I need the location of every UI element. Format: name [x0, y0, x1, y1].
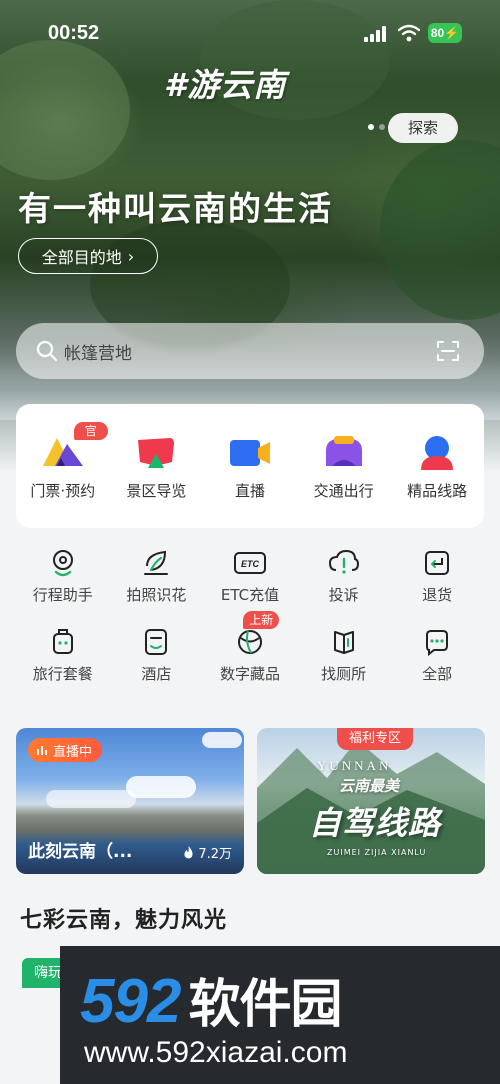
search-bar[interactable]: 帐篷营地 — [16, 323, 484, 379]
hotel-icon — [145, 629, 168, 655]
all-destinations-button[interactable]: 全部目的地 › — [18, 238, 158, 274]
nav-travel-package[interactable]: 旅行套餐 — [16, 627, 110, 684]
chevron-right-icon: › — [127, 246, 135, 266]
restroom-icon — [333, 631, 354, 654]
section-title: 七彩云南，魅力风光 — [20, 908, 228, 933]
promo-pinyin: ZUIMEI ZIJIA XIANLU — [327, 848, 427, 857]
hero-hashtag: #游云南 — [164, 66, 287, 104]
watermark-logo-number: 592 — [80, 967, 181, 1036]
nav-hotel[interactable]: 酒店 — [110, 627, 204, 684]
nav-routes-label: 精品线路 — [407, 482, 468, 500]
nav-hotel-label: 酒店 — [141, 665, 172, 683]
promo-card[interactable]: 福利专区 YUNNAN 云南最美 自驾线路 ZUIMEI ZIJIA XIANL… — [257, 728, 485, 874]
wifi-icon — [398, 24, 420, 42]
foliage — [380, 140, 500, 320]
welfare-tag: 福利专区 — [337, 728, 414, 750]
status-time: 00:52 — [48, 22, 100, 44]
signal-icon — [364, 26, 390, 42]
nav-itinerary[interactable]: 行程助手 — [16, 548, 110, 605]
new-badge: 上新 — [243, 611, 280, 629]
search-icon — [36, 340, 58, 362]
nav-scenic-guide-label: 景区导览 — [126, 482, 187, 500]
nav-flower-id-label: 拍照识花 — [126, 586, 187, 604]
live-views: 7.2万 — [183, 843, 232, 862]
watermark-logo-text: 软件园 — [188, 975, 342, 1035]
live-badge-label: 直播中 — [53, 744, 93, 760]
nav-flower-id[interactable]: 拍照识花 — [110, 548, 204, 605]
transport-icon — [325, 436, 362, 466]
live-camera-icon — [229, 440, 270, 466]
secondary-nav: 行程助手 拍照识花 ETC ETC充值 投诉 退货 旅行套餐 酒店 上新 数字藏… — [16, 548, 484, 684]
live-bars-icon — [37, 746, 47, 755]
all-icon — [426, 630, 449, 657]
carousel-dots — [368, 124, 385, 130]
watermark: 592 软件园 www.592xiazai.com — [60, 946, 500, 1084]
complaint-icon — [328, 549, 359, 574]
nav-all-label: 全部 — [422, 665, 453, 683]
nav-tickets[interactable]: 官方 门票·预约 — [18, 422, 108, 528]
nav-transport[interactable]: 交通出行 — [299, 434, 389, 528]
nav-live-label: 直播 — [234, 482, 265, 500]
nav-tickets-label: 门票·预约 — [30, 482, 96, 500]
live-views-count: 7.2万 — [198, 847, 232, 862]
nav-digital-collection-label: 数字藏品 — [219, 665, 280, 683]
flower-scan-icon — [144, 550, 169, 575]
nav-all[interactable]: 全部 — [390, 627, 484, 684]
nav-complaint-label: 投诉 — [328, 586, 359, 604]
nav-complaint[interactable]: 投诉 — [297, 548, 391, 605]
return-icon — [425, 551, 450, 575]
watermark-url: www.592xiazai.com — [84, 1036, 348, 1069]
nav-scenic-guide[interactable]: 景区导览 — [111, 434, 201, 528]
foliage — [0, 40, 130, 180]
primary-nav: 官方 门票·预约 景区导览 直播 交通出行 精品线路 — [16, 404, 484, 528]
map-guide-icon — [138, 438, 175, 468]
all-destinations-label: 全部目的地 — [41, 248, 122, 267]
hero-slogan: 有一种叫云南的生活 — [18, 189, 333, 228]
battery-level: 80 — [430, 26, 445, 40]
etc-icon: ETC — [233, 552, 266, 574]
nav-restroom-label: 找厕所 — [321, 665, 367, 683]
nav-etc-label: ETC充值 — [220, 586, 280, 604]
live-badge: 直播中 — [28, 738, 103, 762]
status-bar: 00:52 80⚡ — [0, 18, 500, 48]
search-input[interactable]: 帐篷营地 — [64, 339, 436, 364]
battery-icon: 80⚡ — [428, 23, 462, 43]
itinerary-icon — [52, 550, 73, 577]
digital-collection-icon — [237, 630, 262, 654]
route-icon — [421, 436, 454, 470]
live-title: 此刻云南（... — [28, 842, 133, 862]
watermark-logo: 592 软件园 — [80, 962, 342, 1037]
official-badge: 官方 — [73, 422, 108, 456]
etc-icon-text: ETC — [241, 559, 260, 569]
hero-banner[interactable]: 00:52 80⚡ #游云南 探索 有一种叫云南的生活 全部目的地 › 帐篷营地 — [0, 0, 500, 470]
nav-etc[interactable]: ETC ETC充值 — [203, 548, 297, 605]
nav-travel-package-label: 旅行套餐 — [32, 665, 93, 683]
luggage-icon — [52, 629, 73, 654]
explore-button[interactable]: 探索 — [388, 113, 458, 143]
promo-title: 自驾线路 — [309, 804, 442, 842]
nav-restroom[interactable]: 找厕所 — [297, 627, 391, 684]
nav-itinerary-label: 行程助手 — [32, 586, 93, 604]
nav-return-label: 退货 — [422, 586, 453, 604]
flame-icon — [184, 846, 193, 859]
nav-live[interactable]: 直播 — [205, 434, 295, 528]
promo-subtitle: 云南最美 — [339, 777, 400, 795]
live-card[interactable]: 直播中 此刻云南（... 7.2万 — [16, 728, 244, 874]
nav-digital-collection[interactable]: 上新 数字藏品 — [203, 611, 297, 684]
nav-return[interactable]: 退货 — [390, 548, 484, 605]
promo-yunnan: YUNNAN — [317, 758, 392, 773]
nav-routes[interactable]: 精品线路 — [392, 434, 482, 528]
nav-transport-label: 交通出行 — [313, 482, 374, 500]
scan-icon[interactable] — [436, 339, 460, 363]
